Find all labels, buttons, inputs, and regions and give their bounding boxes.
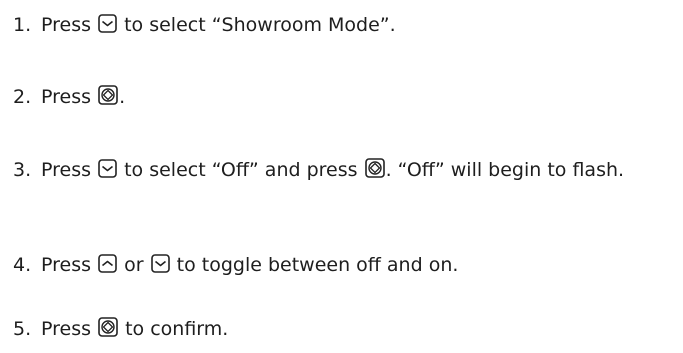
step-text: Press . bbox=[41, 85, 126, 108]
step-text: Press to select “Showroom Mode”. bbox=[41, 14, 396, 36]
step-5: 5. Press to confirm. bbox=[13, 316, 678, 343]
step-text: Press to confirm. bbox=[41, 317, 229, 340]
step-2: 2. Press . bbox=[13, 84, 678, 111]
step-text: Press or to toggle between off and on. bbox=[41, 254, 459, 276]
step-1: 1. Press to select “Showroom Mode”. bbox=[13, 12, 678, 39]
step-3: 3. Press to select “Off” and press . “Of… bbox=[13, 157, 678, 184]
down-button-icon bbox=[98, 14, 117, 33]
step-number: 1. bbox=[13, 14, 32, 36]
step-number: 5. bbox=[13, 318, 32, 340]
select-button-icon bbox=[98, 85, 118, 105]
down-button-icon bbox=[150, 254, 170, 273]
step-number: 2. bbox=[13, 86, 32, 108]
step-number: 3. bbox=[13, 159, 32, 181]
step-number: 4. bbox=[13, 254, 32, 276]
select-button-icon bbox=[364, 158, 385, 178]
down-button-icon bbox=[98, 159, 117, 178]
up-button-icon bbox=[98, 254, 117, 273]
select-button-icon bbox=[98, 317, 118, 337]
step-4: 4. Press or to toggle between off and on… bbox=[13, 252, 678, 279]
step-text: Press to select “Off” and press . “Off” … bbox=[41, 158, 625, 181]
